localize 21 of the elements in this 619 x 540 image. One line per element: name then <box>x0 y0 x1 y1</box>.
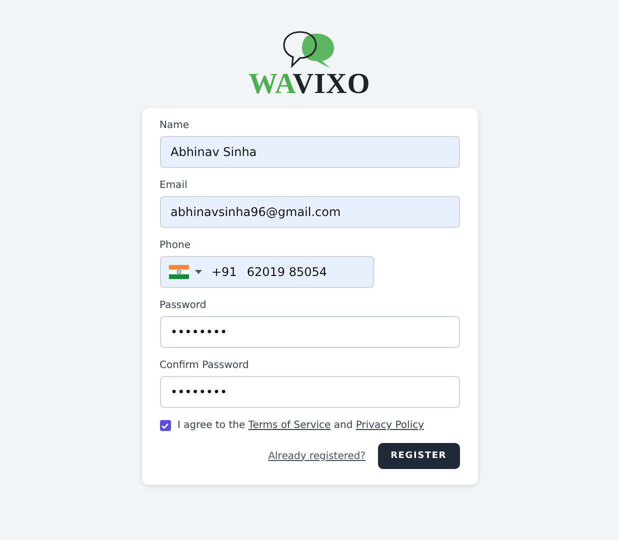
privacy-link[interactable]: Privacy Policy <box>356 420 424 431</box>
field-label: Confirm Password <box>160 360 249 371</box>
phone-number: 62019 85054 <box>246 265 328 279</box>
field-label: Password <box>160 300 206 311</box>
input-field[interactable]: •••••••• <box>160 376 460 408</box>
country-code: +91 <box>212 265 237 279</box>
logo-text: WAVIXO <box>248 70 370 98</box>
input-field[interactable]: •••••••• <box>160 316 460 348</box>
field-label: Email <box>160 180 188 191</box>
input-field[interactable]: abhinavsinha96@gmail.com <box>160 196 460 228</box>
register-button[interactable]: REGISTER <box>378 443 460 469</box>
input-field[interactable]: Abhinav Sinha <box>160 136 460 168</box>
checkbox[interactable] <box>160 420 170 431</box>
login-link[interactable]: Already registered? <box>268 450 366 462</box>
field-label: Phone <box>160 240 190 251</box>
terms-link[interactable]: Terms of Service <box>248 420 331 431</box>
caret-icon[interactable] <box>194 270 202 274</box>
flag-icon[interactable] <box>168 265 188 279</box>
phone-field[interactable]: +91 62019 85054 <box>160 256 374 288</box>
field-label: Name <box>160 120 190 131</box>
agreement-text: I agree to the Terms of Service and Privacy Policy <box>178 420 424 431</box>
